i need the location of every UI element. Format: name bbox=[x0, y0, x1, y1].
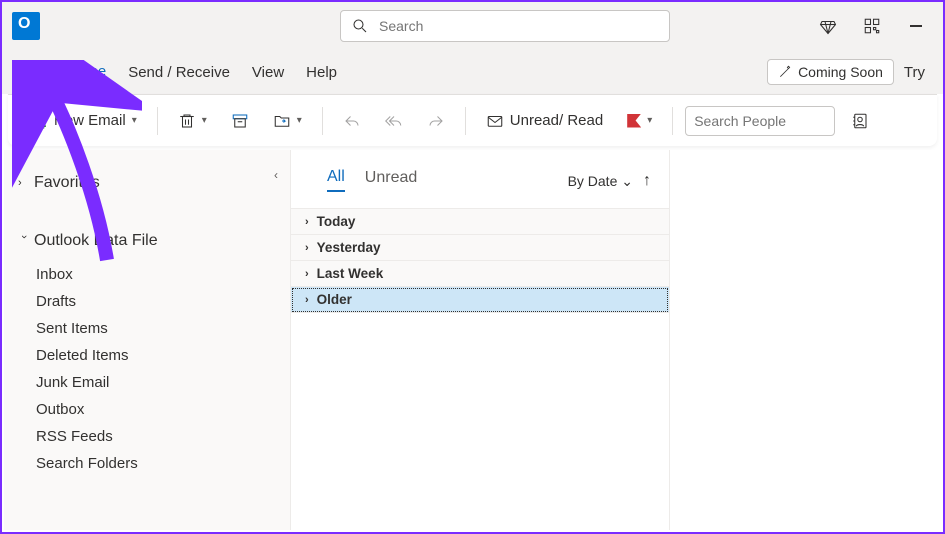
filter-all-tab[interactable]: All bbox=[327, 168, 345, 192]
reply-button[interactable] bbox=[335, 106, 369, 136]
chevron-down-icon[interactable]: ▾ bbox=[202, 115, 207, 126]
folder-search-folders[interactable]: Search Folders bbox=[36, 455, 290, 472]
mail-plus-icon bbox=[30, 112, 48, 130]
message-list-pane: All Unread By Date ⌄ ↑ ›Today ›Yesterday… bbox=[290, 150, 670, 530]
tab-view[interactable]: View bbox=[252, 60, 284, 85]
group-older[interactable]: ›Older bbox=[291, 287, 669, 313]
address-book-button[interactable] bbox=[843, 106, 877, 136]
chevron-down-icon: › bbox=[18, 235, 30, 247]
folder-inbox[interactable]: Inbox bbox=[36, 266, 290, 283]
chevron-right-icon: › bbox=[305, 242, 309, 254]
tab-home[interactable]: Home bbox=[66, 59, 106, 86]
collapse-sidebar-icon[interactable]: ‹ bbox=[274, 168, 278, 182]
wand-icon bbox=[778, 65, 792, 79]
datafile-group[interactable]: › Outlook Data File bbox=[18, 226, 290, 256]
chevron-right-icon: › bbox=[305, 268, 309, 280]
favorites-label: Favorites bbox=[34, 174, 100, 192]
chevron-down-icon[interactable]: ▾ bbox=[647, 115, 652, 126]
new-email-button[interactable]: New Email ▾ bbox=[22, 106, 145, 136]
chevron-right-icon: › bbox=[18, 177, 30, 189]
tab-send-receive[interactable]: Send / Receive bbox=[128, 60, 230, 85]
folder-move-icon bbox=[273, 112, 291, 130]
reply-all-icon bbox=[385, 112, 403, 130]
sort-direction-toggle[interactable]: ↑ bbox=[643, 172, 651, 190]
flag-button[interactable]: ▾ bbox=[619, 108, 660, 134]
archive-button[interactable] bbox=[223, 106, 257, 136]
title-bar: O bbox=[2, 2, 943, 50]
move-button[interactable]: ▾ bbox=[265, 106, 310, 136]
filter-unread-tab[interactable]: Unread bbox=[365, 169, 417, 191]
unread-read-label: Unread/ Read bbox=[510, 112, 603, 129]
menu-bar: File Home Send / Receive View Help Comin… bbox=[2, 50, 943, 94]
coming-soon-label: Coming Soon bbox=[798, 64, 883, 80]
premium-diamond-icon[interactable] bbox=[819, 17, 837, 35]
group-last-week[interactable]: ›Last Week bbox=[291, 261, 669, 287]
sort-by-date[interactable]: By Date ⌄ bbox=[568, 173, 633, 190]
global-search[interactable] bbox=[340, 10, 670, 42]
reply-all-button[interactable] bbox=[377, 106, 411, 136]
new-email-label: New Email bbox=[54, 112, 126, 129]
envelope-icon bbox=[486, 112, 504, 130]
ribbon-toolbar: New Email ▾ ▾ ▾ Unread/ Read ▾ bbox=[8, 94, 937, 146]
forward-button[interactable] bbox=[419, 106, 453, 136]
reply-icon bbox=[343, 112, 361, 130]
trash-icon bbox=[178, 112, 196, 130]
datafile-label: Outlook Data File bbox=[34, 232, 158, 250]
search-people-input[interactable] bbox=[685, 106, 835, 136]
search-icon bbox=[351, 17, 369, 35]
folder-sidebar: ‹ › Favorites › Outlook Data File Inbox … bbox=[4, 150, 290, 530]
reading-pane bbox=[670, 150, 941, 530]
group-yesterday[interactable]: ›Yesterday bbox=[291, 235, 669, 261]
coming-soon-button[interactable]: Coming Soon bbox=[767, 59, 894, 85]
flag-icon bbox=[627, 114, 641, 128]
folder-rss-feeds[interactable]: RSS Feeds bbox=[36, 428, 290, 445]
chevron-down-icon[interactable]: ▾ bbox=[132, 115, 137, 126]
try-label[interactable]: Try bbox=[904, 64, 925, 81]
folder-outbox[interactable]: Outbox bbox=[36, 401, 290, 418]
unread-read-button[interactable]: Unread/ Read bbox=[478, 106, 611, 136]
chevron-right-icon: › bbox=[305, 294, 309, 306]
chevron-down-icon[interactable]: ▾ bbox=[297, 115, 302, 126]
minimize-button[interactable] bbox=[907, 17, 925, 35]
folder-sent-items[interactable]: Sent Items bbox=[36, 320, 290, 337]
qr-grid-icon[interactable] bbox=[863, 17, 881, 35]
folder-deleted-items[interactable]: Deleted Items bbox=[36, 347, 290, 364]
chevron-right-icon: › bbox=[305, 216, 309, 228]
folder-junk-email[interactable]: Junk Email bbox=[36, 374, 290, 391]
outlook-logo-icon: O bbox=[12, 12, 40, 40]
global-search-input[interactable] bbox=[379, 18, 659, 34]
forward-icon bbox=[427, 112, 445, 130]
archive-icon bbox=[231, 112, 249, 130]
folder-drafts[interactable]: Drafts bbox=[36, 293, 290, 310]
favorites-group[interactable]: › Favorites bbox=[18, 168, 290, 198]
tab-help[interactable]: Help bbox=[306, 60, 337, 85]
address-book-icon bbox=[851, 112, 869, 130]
delete-button[interactable]: ▾ bbox=[170, 106, 215, 136]
tab-file[interactable]: File bbox=[20, 60, 44, 85]
group-today[interactable]: ›Today bbox=[291, 209, 669, 235]
chevron-down-icon: ⌄ bbox=[621, 173, 633, 189]
